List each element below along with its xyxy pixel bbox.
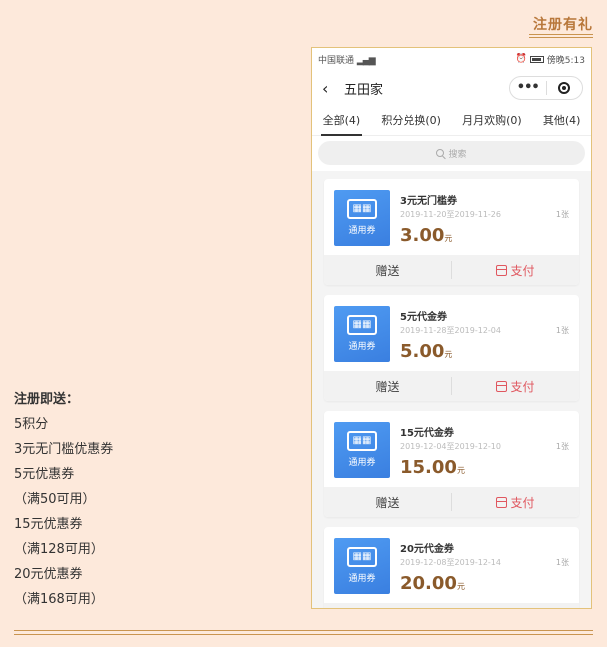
tab-monthly[interactable]: 月月欢购(0) [458, 106, 526, 136]
coupon-badge: ▦▦ 通用券 [334, 538, 390, 594]
promo-line: 20元优惠券 [14, 567, 83, 582]
pay-button[interactable]: 支付 [452, 378, 579, 395]
coupon-badge: ▦▦ 通用券 [334, 422, 390, 478]
coupon-price-value: 5.00 [400, 341, 445, 362]
promo-line: （满50可用） [14, 492, 96, 507]
coupon-name: 15元代金券 [400, 428, 454, 439]
coupon-price-value: 15.00 [400, 457, 457, 478]
coupon-actions: 赠送 支付 [324, 371, 579, 401]
gift-button[interactable]: 赠送 [324, 494, 451, 511]
battery-icon [529, 55, 544, 63]
coupon-date: 2019-11-20至2019-11-26 [400, 210, 501, 219]
bottom-divider [14, 630, 593, 631]
coupon-name: 5元代金券 [400, 312, 447, 323]
promo-line: 5积分 [14, 417, 49, 432]
promo-text: 注册即送： 5积分 3元无门槛优惠券 5元优惠券 （满50可用） 15元优惠券 … [14, 387, 113, 612]
coupon-actions: 赠送 支付 [324, 603, 579, 608]
coupon-badge-label: 通用券 [348, 226, 376, 236]
coupon-card: ▦▦ 通用券 15元代金券 2019-12-04至2019-12-10 1张 1… [324, 411, 579, 517]
promo-line: （满128可用） [14, 542, 104, 557]
promo-line: 5元优惠券 [14, 467, 75, 482]
signal-icon: ▂▄▆ [356, 55, 376, 66]
coupon-count: 1张 [555, 210, 569, 219]
coupon-name: 20元代金券 [400, 544, 454, 555]
pay-label: 支付 [510, 495, 535, 510]
scan-icon [496, 496, 508, 508]
pay-label: 支付 [510, 263, 535, 278]
ticket-icon: ▦▦ [347, 547, 377, 567]
search-placeholder: 搜索 [448, 149, 467, 160]
coupon-list: ▦▦ 通用券 3元无门槛券 2019-11-20至2019-11-26 1张 3… [312, 171, 591, 608]
coupon-price: 20.00元 [400, 573, 465, 594]
coupon-actions: 赠送 支付 [324, 487, 579, 517]
ticket-icon: ▦▦ [347, 315, 377, 335]
title-underline [529, 34, 593, 35]
more-icon[interactable]: ••• [510, 78, 546, 98]
carrier-label: 中国联通 [318, 55, 355, 66]
coupon-badge: ▦▦ 通用券 [334, 306, 390, 362]
coupon-price-value: 20.00 [400, 573, 457, 594]
coupon-date: 2019-11-28至2019-12-04 [400, 326, 501, 335]
coupon-badge: ▦▦ 通用券 [334, 190, 390, 246]
title-underline-2 [529, 37, 593, 38]
status-time: 傍晚5:13 [546, 55, 585, 66]
close-miniprogram-button[interactable] [547, 82, 583, 94]
tab-all[interactable]: 全部(4) [319, 106, 365, 136]
phone-screenshot: 中国联通 ▂▄▆ ⏰ 傍晚5:13 ‹ 五田家 ••• 全部(4) 积分兑换(0… [311, 47, 592, 609]
coupon-price-unit: 元 [456, 582, 465, 591]
pay-label: 支付 [510, 379, 535, 394]
coupon-name: 3元无门槛券 [400, 196, 457, 207]
coupon-price-unit: 元 [444, 234, 453, 243]
tab-other[interactable]: 其他(4) [539, 106, 585, 136]
coupon-card: ▦▦ 通用券 20元代金券 2019-12-08至2019-12-14 1张 2… [324, 527, 579, 608]
nav-bar: ‹ 五田家 ••• [312, 70, 591, 106]
coupon-tabs: 全部(4) 积分兑换(0) 月月欢购(0) 其他(4) [312, 106, 591, 136]
pay-button[interactable]: 支付 [452, 494, 579, 511]
promo-line: （满168可用） [14, 592, 104, 607]
coupon-price-value: 3.00 [400, 225, 445, 246]
coupon-badge-label: 通用券 [348, 342, 376, 352]
coupon-price-unit: 元 [456, 466, 465, 475]
promo-heading: 注册即送： [14, 392, 80, 407]
coupon-price: 3.00元 [400, 225, 452, 246]
section-title: 注册有礼 [533, 17, 593, 33]
ticket-icon: ▦▦ [347, 199, 377, 219]
search-input[interactable]: 搜索 [318, 141, 585, 165]
miniprogram-capsule: ••• [509, 76, 583, 100]
coupon-date: 2019-12-08至2019-12-14 [400, 558, 501, 567]
coupon-price-unit: 元 [444, 350, 453, 359]
coupon-count: 1张 [555, 558, 569, 567]
coupon-count: 1张 [555, 326, 569, 335]
alarm-icon: ⏰ [515, 54, 527, 64]
scan-icon [496, 380, 508, 392]
pay-button[interactable]: 支付 [452, 262, 579, 279]
promo-line: 15元优惠券 [14, 517, 83, 532]
ticket-icon: ▦▦ [347, 431, 377, 451]
search-icon [436, 149, 445, 157]
coupon-badge-label: 通用券 [348, 458, 376, 468]
coupon-card: ▦▦ 通用券 3元无门槛券 2019-11-20至2019-11-26 1张 3… [324, 179, 579, 285]
coupon-count: 1张 [555, 442, 569, 451]
target-icon [558, 82, 571, 94]
gift-button[interactable]: 赠送 [324, 262, 451, 279]
back-icon[interactable]: ‹ [322, 79, 338, 98]
coupon-card: ▦▦ 通用券 5元代金券 2019-11-28至2019-12-04 1张 5.… [324, 295, 579, 401]
nav-title: 五田家 [344, 82, 384, 98]
search-bar: 搜索 [312, 136, 591, 171]
gift-button[interactable]: 赠送 [324, 378, 451, 395]
status-bar: 中国联通 ▂▄▆ ⏰ 傍晚5:13 [312, 48, 591, 70]
coupon-price: 15.00元 [400, 457, 465, 478]
coupon-price: 5.00元 [400, 341, 452, 362]
coupon-actions: 赠送 支付 [324, 255, 579, 285]
tab-points-exchange[interactable]: 积分兑换(0) [377, 106, 445, 136]
bottom-divider-2 [14, 634, 593, 635]
coupon-date: 2019-12-04至2019-12-10 [400, 442, 501, 451]
coupon-badge-label: 通用券 [348, 574, 376, 584]
scan-icon [496, 264, 508, 276]
promo-line: 3元无门槛优惠券 [14, 442, 114, 457]
